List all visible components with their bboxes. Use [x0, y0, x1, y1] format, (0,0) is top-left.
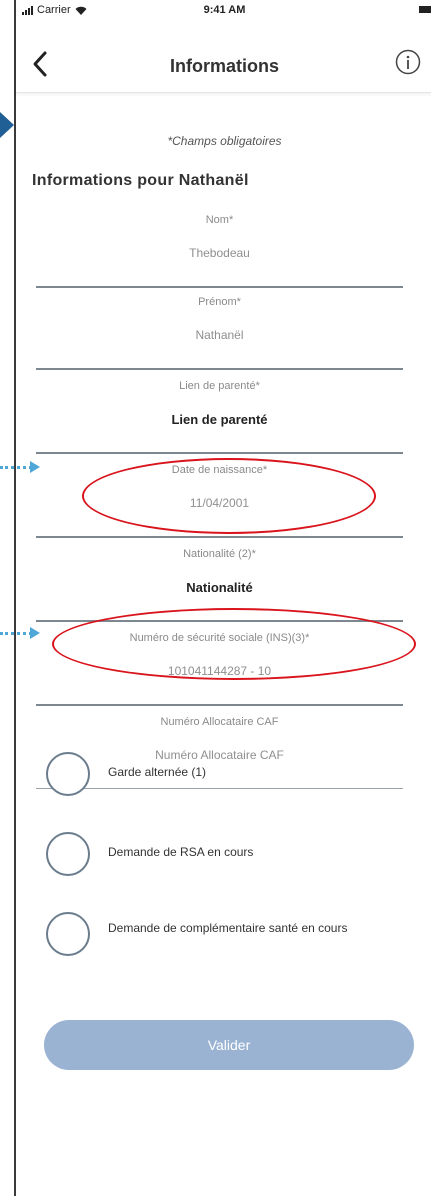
option-complementaire-sante[interactable]: Demande de complémentaire santé en cours — [46, 912, 406, 960]
option-label: Demande de RSA en cours — [108, 845, 254, 859]
option-label: Demande de complémentaire santé en cours — [108, 921, 348, 935]
field-label: Numéro Allocataire CAF — [160, 716, 279, 728]
valider-button[interactable]: Valider — [44, 1020, 414, 1070]
annotation-arrow-marker — [0, 112, 14, 138]
field-label: Nom* — [205, 214, 234, 226]
status-bar: Carrier 9:41 AM — [16, 0, 431, 22]
annotation-highlight-secu — [52, 608, 416, 680]
battery-icon — [419, 6, 431, 13]
status-time: 9:41 AM — [203, 4, 246, 16]
required-fields-note: *Champs obligatoires — [167, 134, 282, 148]
field-value[interactable]: Lien de parenté — [36, 412, 403, 427]
field-value[interactable]: Nathanël — [36, 328, 403, 342]
option-demande-rsa[interactable]: Demande de RSA en cours — [46, 832, 406, 880]
option-garde-alternee[interactable]: Garde alternée (1) — [46, 752, 406, 800]
radio-button[interactable] — [46, 832, 90, 876]
phone-screen: Carrier 9:41 AM Informations *Champs obl… — [14, 0, 431, 1196]
option-label: Garde alternée (1) — [108, 765, 207, 779]
annotation-dotted-line — [0, 466, 32, 469]
annotation-highlight-date — [82, 458, 376, 534]
page-title: Informations — [169, 56, 279, 76]
field-label: Lien de parenté* — [179, 380, 260, 392]
radio-button[interactable] — [46, 752, 90, 796]
annotation-arrowhead — [30, 627, 40, 639]
nav-bar: Informations — [16, 36, 431, 93]
info-icon[interactable] — [395, 49, 421, 75]
annotation-arrowhead — [30, 461, 40, 473]
field-value[interactable]: Thebodeau — [36, 246, 403, 260]
annotation-dotted-line — [0, 632, 32, 635]
field-value[interactable]: Nationalité — [36, 580, 403, 595]
radio-button[interactable] — [46, 912, 90, 956]
field-label: Nationalité (2)* — [183, 548, 256, 560]
field-label: Prénom* — [198, 296, 241, 308]
section-title: Informations pour Nathanël — [32, 172, 249, 189]
